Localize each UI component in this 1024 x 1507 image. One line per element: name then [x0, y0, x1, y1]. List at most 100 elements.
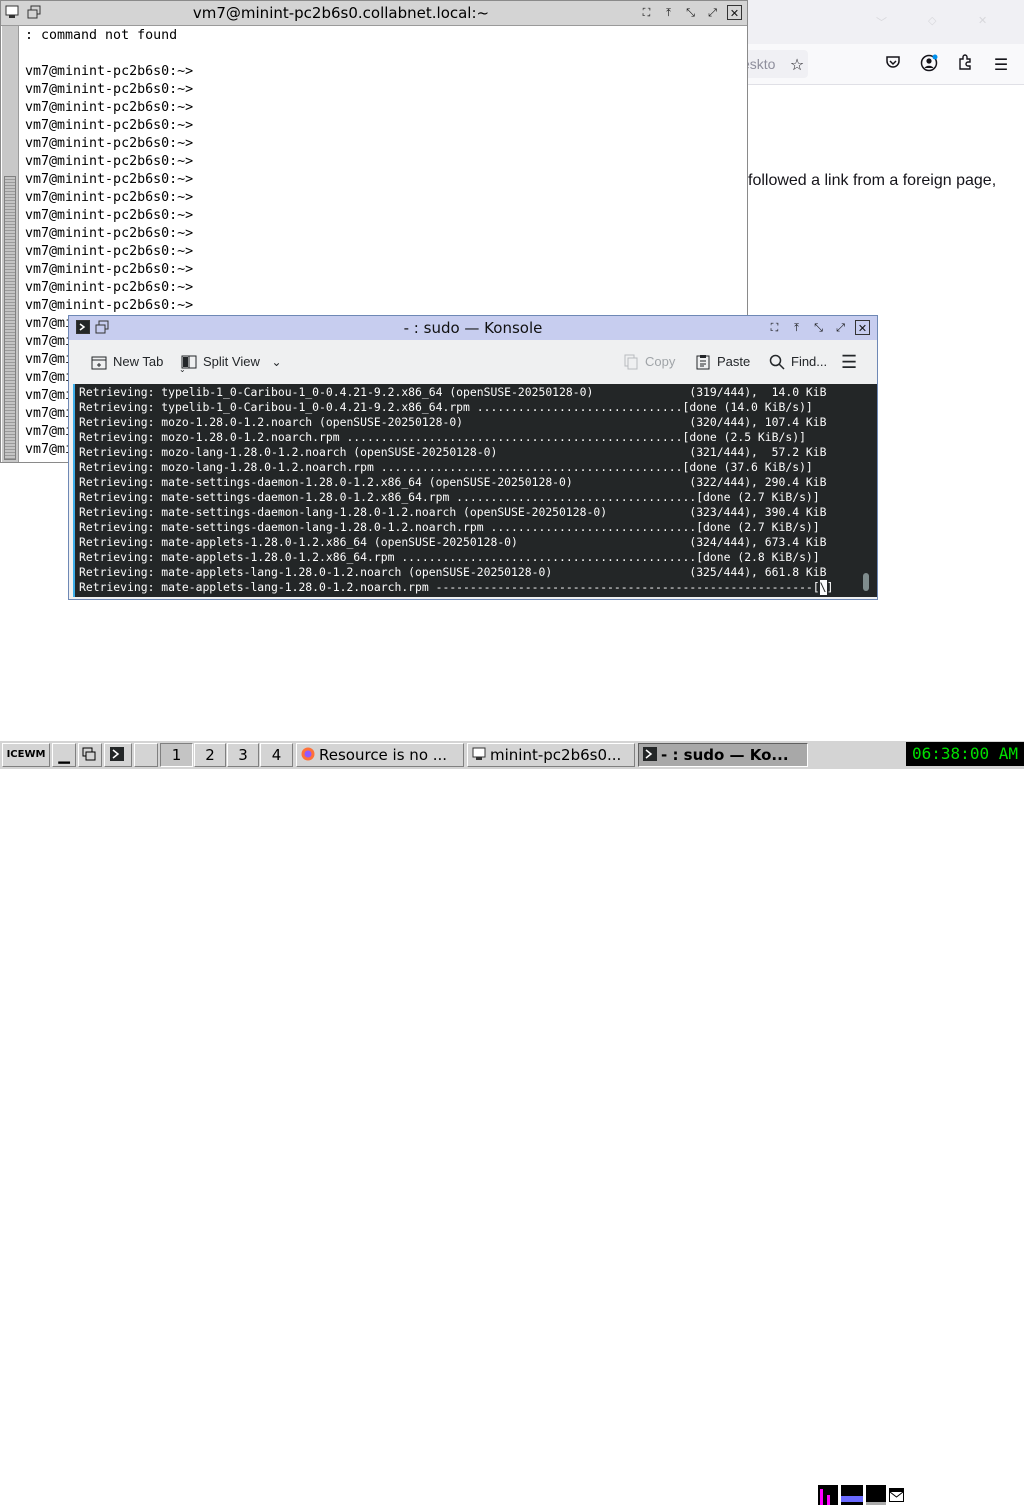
rollup-icon[interactable]: ⤒ [789, 320, 804, 335]
menu-icon[interactable]: ☰ [990, 54, 1012, 76]
xterm-line: vm7@minint-pc2b6s0:~> [25, 226, 194, 241]
xterm-line: vm7@minint-pc2b6s0:~> [25, 298, 194, 313]
firefox-tabbar: ﹀ ◇ ✕ [748, 0, 1024, 44]
maximize-icon[interactable]: ⤢ [833, 320, 848, 335]
konsole-line: Retrieving: mate-settings-daemon-1.28.0-… [79, 475, 827, 489]
xterm-line: vm7@minint-pc2b6s0:~> [25, 262, 194, 277]
xterm-line: vm7@minint-pc2b6s0:~> [25, 208, 194, 223]
maximize-icon[interactable]: ⤢ [705, 5, 720, 20]
task-xterm[interactable]: minint-pc2b6s0... [467, 743, 635, 767]
konsole-output: Retrieving: typelib-1_0-Caribou-1_0-0.4.… [79, 385, 859, 595]
bookmark-star-icon[interactable]: ☆ [786, 54, 808, 76]
terminal-cursor: \ [819, 580, 827, 595]
copy-button[interactable]: Copy [623, 352, 675, 372]
minimize-icon[interactable]: ﹀ [876, 14, 887, 30]
xterm-line: vm7@minint-pc2b6s0:~> [25, 244, 194, 259]
konsole-terminal[interactable]: Retrieving: typelib-1_0-Caribou-1_0-0.4.… [73, 384, 877, 597]
xterm-scrollbar[interactable] [2, 26, 19, 462]
window-title: - : sudo — Konsole [403, 319, 543, 337]
xterm-titlebar[interactable]: vm7@minint-pc2b6s0.collabnet.local:~ ⛶ ⤒… [1, 1, 747, 26]
launcher-button[interactable] [134, 743, 158, 767]
start-menu-button[interactable]: ICEWM [2, 743, 50, 767]
close-icon[interactable]: ✕ [978, 14, 987, 27]
firefox-navbar: eskto ☆ ☰ [742, 44, 1024, 85]
pocket-icon[interactable] [882, 54, 904, 76]
konsole-window[interactable]: - : sudo — Konsole ⛶ ⤒ ⤡ ⤢ ✕ New Tab ⌄ S… [68, 315, 878, 600]
xterm-line: vm7@minint-pc2b6s0:~> [25, 118, 194, 133]
xterm-line: vm7@minint-pc2b6s0:~> [25, 100, 194, 115]
split-view-button[interactable]: Split View ⌄ [181, 352, 282, 372]
konsole-line: Retrieving: mozo-lang-1.28.0-1.2.noarch.… [79, 460, 813, 474]
xterm-icon [472, 747, 486, 760]
konsole-line: Retrieving: typelib-1_0-Caribou-1_0-0.4.… [79, 400, 813, 414]
find-button[interactable]: Find... [769, 352, 827, 372]
minimize-icon[interactable]: ⤡ [683, 5, 698, 20]
cpu-monitor [818, 1485, 838, 1505]
xterm-line: vm7@minint-pc2b6s0:~> [25, 136, 194, 151]
konsole-line: Retrieving: mozo-1.28.0-1.2.noarch (open… [79, 415, 827, 429]
page-body-text: followed a link from a foreign page, [748, 172, 997, 189]
account-icon[interactable] [918, 54, 940, 76]
workspace-1[interactable]: 1 [160, 743, 193, 767]
workspace-4[interactable]: 4 [260, 743, 293, 767]
hamburger-menu-icon[interactable]: ☰ [841, 352, 857, 372]
terminal-launcher[interactable] [104, 743, 132, 767]
konsole-line: Retrieving: mate-applets-1.28.0-1.2.x86_… [79, 550, 820, 564]
xterm-line: vm7@minint-pc2b6s0:~> [25, 154, 194, 169]
xterm-line [25, 45, 745, 63]
konsole-line: Retrieving: mate-applets-lang-1.28.0-1.2… [79, 565, 827, 579]
konsole-line: Retrieving: mate-settings-daemon-lang-1.… [79, 505, 827, 519]
terminal-icon [110, 746, 124, 761]
fullscreen-icon[interactable]: ⛶ [639, 5, 654, 20]
firefox-icon [301, 747, 315, 760]
task-firefox[interactable]: Resource is no ... [296, 743, 464, 767]
konsole-scrollbar[interactable] [863, 573, 869, 591]
konsole-line: Retrieving: mozo-lang-1.28.0-1.2.noarch … [79, 445, 827, 459]
windows-icon [82, 747, 96, 760]
xterm-line: vm7@minint-pc2b6s0:~> [25, 190, 194, 205]
progress-line-end: ] [826, 580, 834, 594]
xterm-line: vm7@minint-pc2b6s0:~> [25, 82, 194, 97]
workspace-3[interactable]: 3 [227, 743, 259, 767]
search-icon [769, 354, 785, 370]
xterm-line: : command not found [25, 28, 178, 43]
clock[interactable]: 06:38:00 AM [906, 742, 1024, 766]
new-tab-icon [91, 354, 107, 370]
fullscreen-icon[interactable]: ⛶ [767, 320, 782, 335]
paste-button[interactable]: Paste [695, 352, 750, 372]
memory-monitor [866, 1485, 886, 1505]
konsole-line: Retrieving: mate-settings-daemon-1.28.0-… [79, 490, 820, 504]
konsole-line: Retrieving: mate-applets-1.28.0-1.2.x86_… [79, 535, 827, 549]
mail-icon[interactable] [889, 1488, 904, 1502]
show-desktop-button[interactable]: ▁ [52, 743, 76, 767]
split-view-icon [181, 354, 197, 370]
extensions-icon[interactable] [954, 54, 976, 76]
workspace-2[interactable]: 2 [194, 743, 226, 767]
konsole-toolbar: New Tab ⌄ Split View ⌄ Copy Paste Find..… [69, 340, 877, 384]
maximize-icon[interactable]: ◇ [928, 14, 936, 27]
xterm-line: vm7@minint-pc2b6s0:~> [25, 280, 194, 295]
copy-icon [623, 354, 639, 370]
xterm-line: vm7@minint-pc2b6s0:~> [25, 172, 194, 187]
progress-line-text: Retrieving: mate-applets-lang-1.28.0-1.2… [79, 580, 820, 594]
taskbar: ICEWM ▁ 1 2 3 4 Resource is no ... minin… [0, 740, 1024, 1505]
xterm-line: vm7@minint-pc2b6s0:~> [25, 64, 194, 79]
konsole-icon [643, 746, 657, 761]
konsole-line: Retrieving: mate-settings-daemon-lang-1.… [79, 520, 820, 534]
konsole-line-current: Retrieving: mate-applets-lang-1.28.0-1.2… [79, 580, 859, 595]
window-list-button[interactable] [78, 743, 102, 767]
task-konsole[interactable]: - : sudo — Ko... [638, 743, 808, 767]
window-title: vm7@minint-pc2b6s0.collabnet.local:~ [192, 4, 490, 22]
rollup-icon[interactable]: ⤒ [661, 5, 676, 20]
minimize-icon[interactable]: ⤡ [811, 320, 826, 335]
konsole-line: Retrieving: mozo-1.28.0-1.2.noarch.rpm .… [79, 430, 806, 444]
new-tab-button[interactable]: New Tab ⌄ [91, 352, 186, 374]
close-icon[interactable]: ✕ [727, 5, 742, 20]
network-monitor [841, 1485, 863, 1505]
chevron-down-icon: ⌄ [271, 355, 282, 369]
minimize-all-icon: ▁ [58, 746, 70, 764]
scrollbar-thumb[interactable] [4, 176, 16, 460]
konsole-titlebar[interactable]: - : sudo — Konsole ⛶ ⤒ ⤡ ⤢ ✕ [69, 316, 877, 340]
close-icon[interactable]: ✕ [855, 320, 870, 335]
paste-icon [695, 354, 711, 370]
